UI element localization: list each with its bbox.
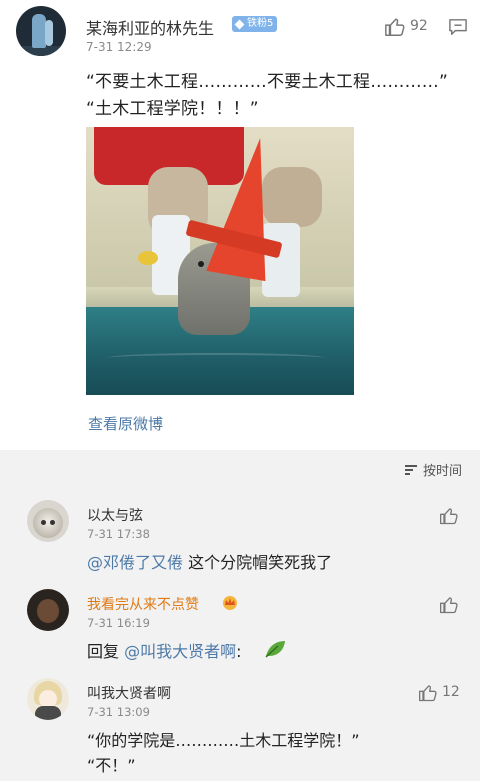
commenter-name[interactable]: 叫我大贤者啊 [87, 683, 171, 703]
thumbs-up-icon[interactable] [384, 16, 406, 38]
post-text-line: “不要土木工程…………不要土木工程…………” [86, 72, 449, 92]
sort-icon [404, 464, 419, 476]
view-original-link[interactable]: 查看原微博 [88, 413, 163, 434]
commenter-avatar[interactable] [27, 678, 69, 720]
comment-time: 7-31 17:38 [87, 527, 150, 541]
post-like-count: 92 [410, 18, 428, 34]
post-card: 某海利亚的林先生 铁粉5 7-31 12:29 92 “不要土木工程…………不要… [0, 0, 480, 450]
fan-badge-label: 铁粉5 [247, 18, 274, 29]
comment-time: 7-31 16:19 [87, 616, 150, 630]
crown-icon [223, 596, 237, 610]
author-avatar[interactable] [16, 6, 66, 56]
post-text-line: “土木工程学院！！！” [86, 99, 259, 119]
author-name[interactable]: 某海利亚的林先生 [86, 15, 214, 39]
comment-time: 7-31 13:09 [87, 705, 150, 719]
sort-label: 按时间 [422, 464, 462, 479]
diamond-icon [234, 19, 245, 29]
comment-like-count: 12 [442, 684, 460, 700]
thumbs-up-icon[interactable] [418, 683, 438, 703]
commenter-avatar[interactable] [27, 589, 69, 631]
post-time: 7-31 12:29 [86, 40, 152, 54]
leaf-emoji-icon [265, 641, 285, 658]
commenter-name[interactable]: 以太与弦 [87, 505, 143, 525]
comment-text: “不！” [87, 756, 136, 775]
comment-icon[interactable] [448, 18, 468, 36]
commenter-avatar[interactable] [27, 500, 69, 542]
sort-button[interactable]: 按时间 [404, 460, 462, 479]
comment-text: 回复 @叫我大贤者啊: [87, 642, 242, 661]
mention-link[interactable]: @邓倦了又倦 [87, 553, 183, 572]
fan-badge: 铁粉5 [232, 16, 278, 32]
comment-text: “你的学院是…………土木工程学院！” [87, 731, 360, 750]
mention-link[interactable]: @叫我大贤者啊 [124, 642, 236, 661]
commenter-name[interactable]: 我看完从来不点赞 [87, 594, 199, 614]
comment-text: @邓倦了又倦 这个分院帽笑死我了 [87, 553, 333, 572]
thumbs-up-icon[interactable] [439, 595, 459, 615]
thumbs-up-icon[interactable] [439, 506, 459, 526]
post-image[interactable] [86, 127, 354, 395]
